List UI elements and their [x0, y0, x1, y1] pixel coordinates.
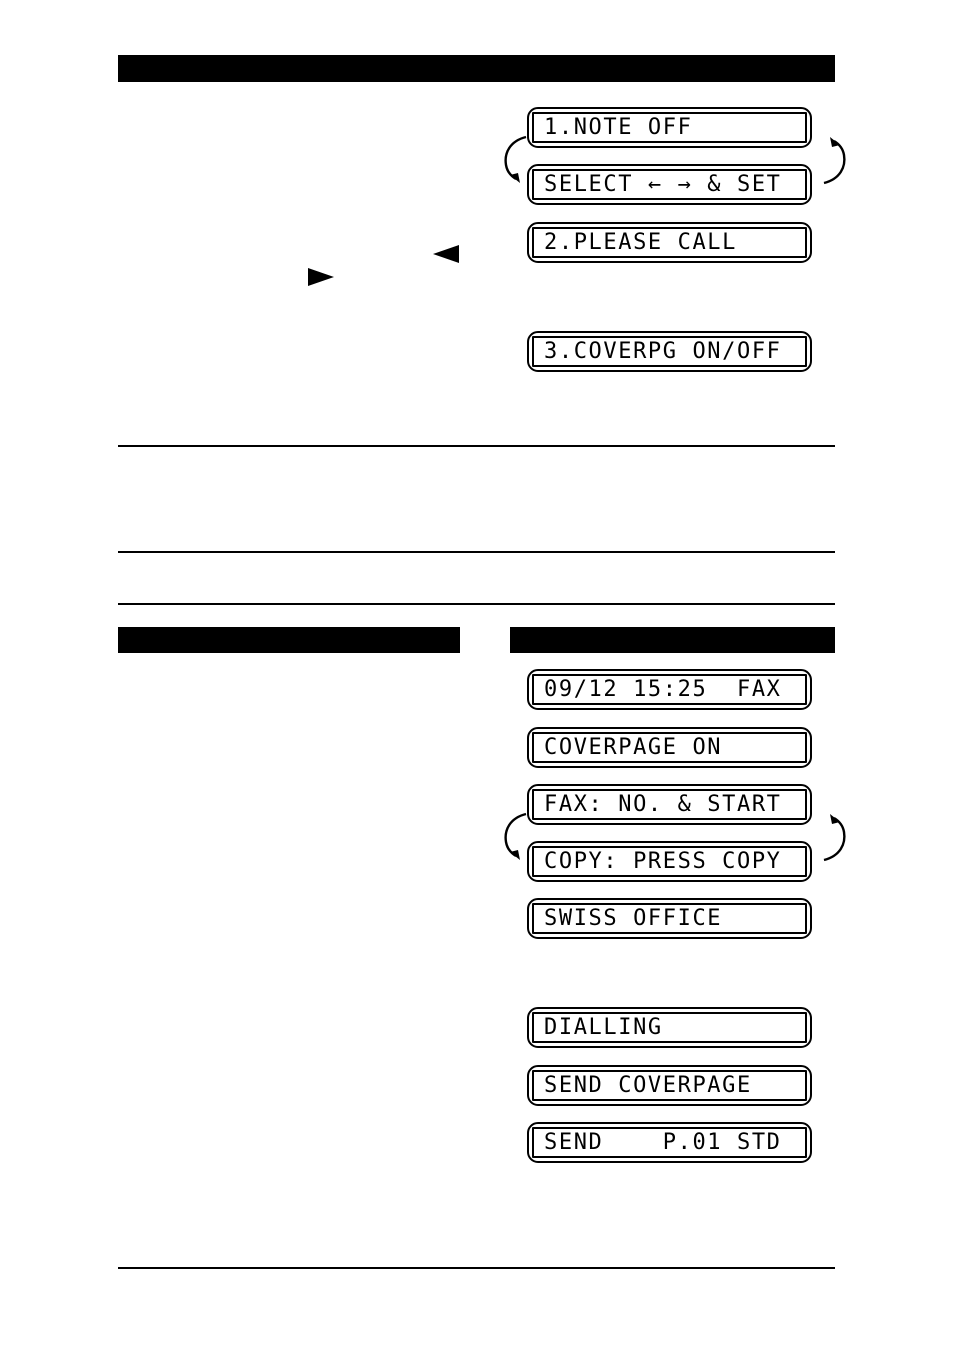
lcd-screen: 3.COVERPG ON/OFF [532, 336, 807, 367]
lcd-screen: 2.PLEASE CALL [532, 227, 807, 258]
lcd-display-send-coverpage: SEND COVERPAGE [527, 1065, 812, 1106]
lcd-text-copy-press-copy: COPY: PRESS COPY [544, 848, 782, 874]
lcd-display-copy-press-copy: COPY: PRESS COPY [527, 841, 812, 882]
lcd-screen: SEND P.01 STD [532, 1127, 807, 1158]
lcd-screen: SWISS OFFICE [532, 903, 807, 934]
lcd-screen: 09/12 15:25 FAX [532, 674, 807, 705]
loop-arrow-left-icon [500, 133, 532, 187]
section-two-header-bar-right [510, 627, 835, 653]
lcd-display-dialling: DIALLING [527, 1007, 812, 1048]
lcd-text-send-coverpage: SEND COVERPAGE [544, 1072, 752, 1098]
lcd-display-coverpage-on: COVERPAGE ON [527, 727, 812, 768]
lcd-text-select-set: SELECT ← → & SET [544, 171, 782, 197]
lcd-text-dialling: DIALLING [544, 1014, 663, 1040]
lcd-screen: 1.NOTE OFF [532, 112, 807, 143]
lcd-text-datetime-fax: 09/12 15:25 FAX [544, 676, 782, 702]
divider-rule-footer [118, 1267, 835, 1269]
lcd-screen: FAX: NO. & START [532, 789, 807, 820]
lcd-display-coverpg-on-off: 3.COVERPG ON/OFF [527, 331, 812, 372]
lcd-screen: SELECT ← → & SET [532, 169, 807, 200]
lcd-display-select-set: SELECT ← → & SET [527, 164, 812, 205]
lcd-text-please-call: 2.PLEASE CALL [544, 229, 737, 255]
lcd-text-fax-no-start: FAX: NO. & START [544, 791, 782, 817]
lcd-text-coverpg-on-off: 3.COVERPG ON/OFF [544, 338, 782, 364]
divider-rule-2 [118, 551, 835, 553]
lcd-text-note-off: 1.NOTE OFF [544, 114, 693, 140]
pointer-right-icon [308, 268, 334, 286]
lcd-screen: COVERPAGE ON [532, 732, 807, 763]
pointer-left-icon [433, 245, 459, 263]
lcd-screen: DIALLING [532, 1012, 807, 1043]
section-one-header-bar [118, 55, 835, 82]
lcd-screen: COPY: PRESS COPY [532, 846, 807, 877]
divider-rule-3 [118, 603, 835, 605]
loop-arrow-right-icon [818, 810, 850, 864]
divider-rule-1 [118, 445, 835, 447]
loop-arrow-right-icon [818, 133, 850, 187]
lcd-display-swiss-office: SWISS OFFICE [527, 898, 812, 939]
lcd-screen: SEND COVERPAGE [532, 1070, 807, 1101]
lcd-text-send-page-std: SEND P.01 STD [544, 1129, 782, 1155]
lcd-display-datetime-fax: 09/12 15:25 FAX [527, 669, 812, 710]
lcd-text-coverpage-on: COVERPAGE ON [544, 734, 723, 760]
section-two-header-bar-left [118, 627, 460, 653]
loop-arrow-left-icon [500, 810, 532, 864]
manual-page: 1.NOTE OFF SELECT ← → & SET 2.PLEASE CAL… [0, 0, 954, 1348]
lcd-text-swiss-office: SWISS OFFICE [544, 905, 723, 931]
lcd-display-note-off: 1.NOTE OFF [527, 107, 812, 148]
lcd-display-please-call: 2.PLEASE CALL [527, 222, 812, 263]
lcd-display-send-page-std: SEND P.01 STD [527, 1122, 812, 1163]
lcd-display-fax-no-start: FAX: NO. & START [527, 784, 812, 825]
